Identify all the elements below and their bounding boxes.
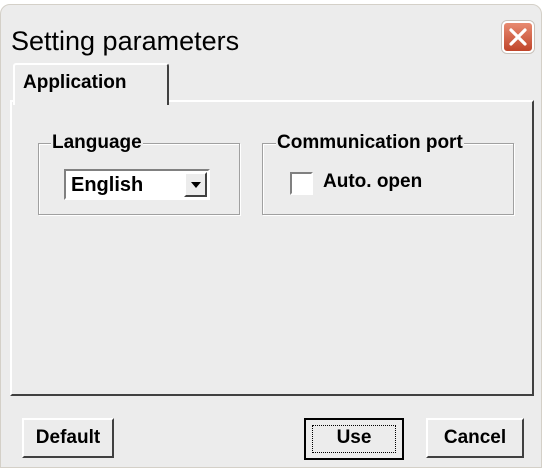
use-button[interactable]: Use xyxy=(304,418,404,460)
language-group-legend: Language xyxy=(51,132,143,154)
default-button[interactable]: Default xyxy=(22,418,114,458)
close-icon xyxy=(509,28,527,46)
language-select[interactable]: English xyxy=(64,169,210,200)
auto-open-checkbox[interactable] xyxy=(290,172,313,195)
close-button[interactable] xyxy=(502,21,534,53)
auto-open-label[interactable]: Auto. open xyxy=(323,171,422,193)
cancel-button[interactable]: Cancel xyxy=(426,418,524,458)
chevron-down-icon xyxy=(191,182,201,188)
language-dropdown-button[interactable] xyxy=(184,172,207,197)
window-title: Setting parameters xyxy=(11,26,240,56)
tab-application-label: Application xyxy=(23,72,127,93)
language-select-value: English xyxy=(71,174,144,196)
title-bar[interactable]: Setting parameters xyxy=(1,5,541,63)
communication-port-legend: Communication port xyxy=(276,132,464,154)
use-button-label: Use xyxy=(336,427,372,448)
